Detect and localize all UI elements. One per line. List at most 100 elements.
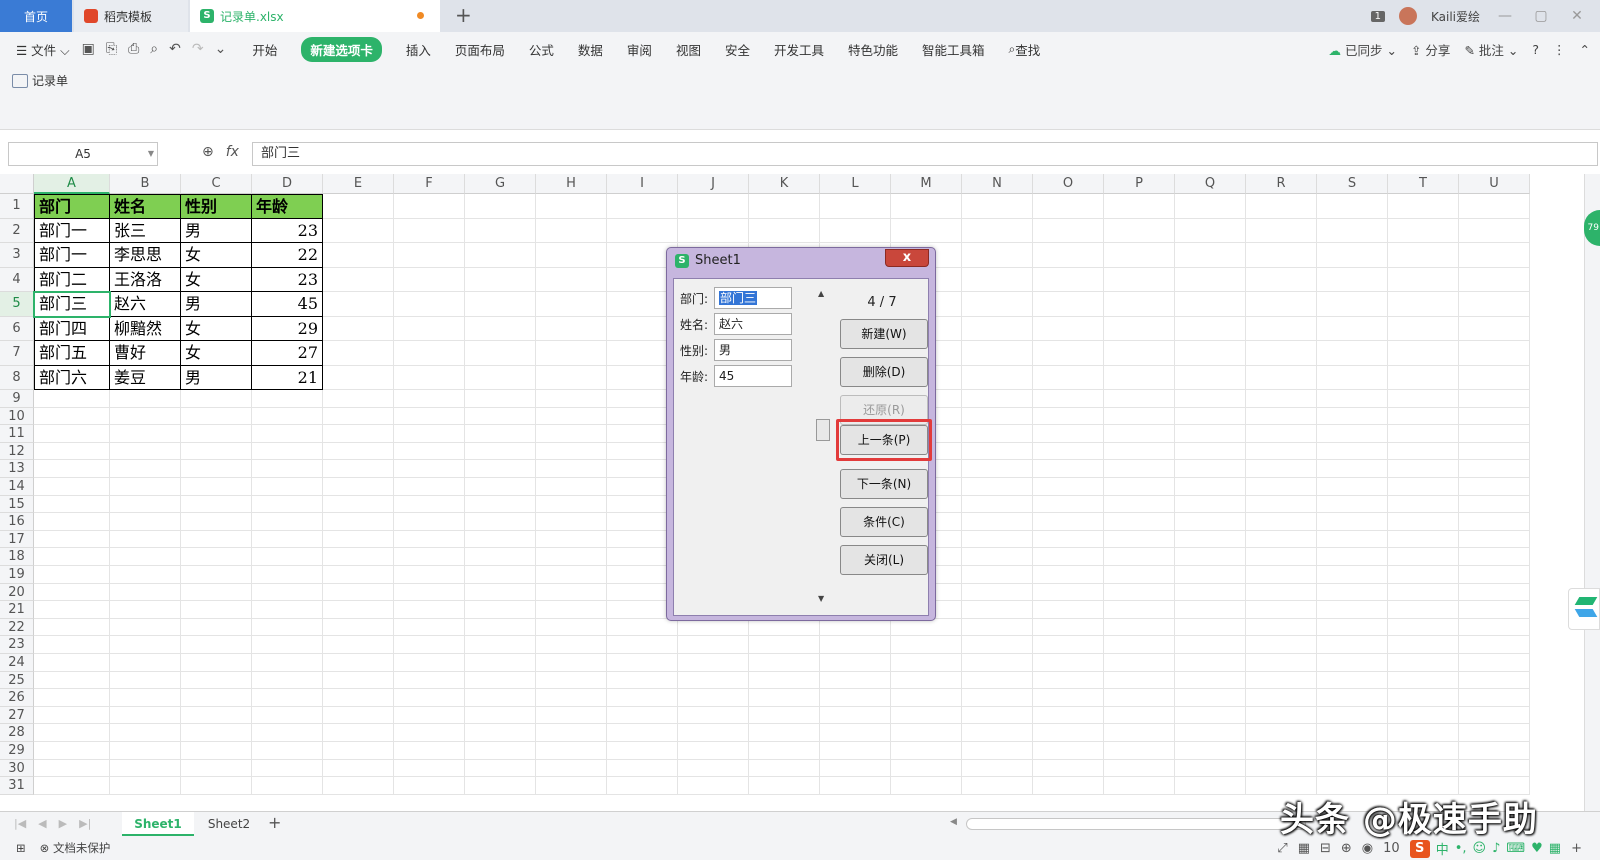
header-cell[interactable]: 部门: [34, 194, 110, 219]
column-header[interactable]: G: [465, 174, 536, 194]
table-cell[interactable]: 赵六: [110, 292, 181, 317]
column-header[interactable]: F: [394, 174, 465, 194]
ime-chinese-icon[interactable]: 中: [1436, 839, 1449, 858]
table-cell[interactable]: 22: [252, 243, 323, 268]
column-header[interactable]: D: [252, 174, 323, 194]
row-header[interactable]: 23: [0, 636, 34, 654]
column-header[interactable]: H: [536, 174, 607, 194]
menu-item[interactable]: 视图: [676, 40, 701, 59]
user-name[interactable]: Kaili爱绘: [1431, 8, 1480, 25]
header-cell[interactable]: 年龄: [252, 194, 323, 219]
new-tab-button[interactable]: +: [455, 3, 472, 27]
table-cell[interactable]: 部门一: [34, 243, 110, 268]
horizontal-scrollbar[interactable]: [966, 818, 1306, 830]
table-cell[interactable]: 男: [181, 218, 252, 243]
row-header[interactable]: 7: [0, 341, 34, 366]
row-header[interactable]: 6: [0, 316, 34, 341]
print-icon[interactable]: ⎙: [128, 41, 139, 57]
fullscreen-icon[interactable]: ⤢: [1277, 841, 1287, 856]
row-header[interactable]: 15: [0, 495, 34, 514]
table-cell[interactable]: 21: [252, 365, 323, 390]
delete-button[interactable]: 删除(D): [840, 357, 928, 387]
menu-item[interactable]: 智能工具箱: [922, 40, 985, 59]
row-header[interactable]: 12: [0, 442, 34, 461]
next-record-button[interactable]: 下一条(N): [840, 469, 928, 499]
new-button[interactable]: 新建(W): [840, 319, 928, 349]
scroll-thumb[interactable]: [816, 419, 830, 441]
eye-icon[interactable]: ◉: [1362, 841, 1373, 856]
avatar[interactable]: [1398, 7, 1417, 25]
table-cell[interactable]: 张三: [110, 218, 181, 243]
row-header[interactable]: 30: [0, 759, 34, 778]
column-header[interactable]: P: [1104, 174, 1175, 194]
row-header[interactable]: 5: [0, 292, 34, 317]
table-cell[interactable]: 部门一: [34, 218, 110, 243]
zoom-level[interactable]: 10: [1383, 841, 1400, 856]
column-header[interactable]: E: [323, 174, 394, 194]
column-header[interactable]: Q: [1175, 174, 1246, 194]
table-cell[interactable]: 女: [181, 341, 252, 366]
menu-item[interactable]: 页面布局: [455, 40, 505, 59]
menu-item[interactable]: 开始: [252, 40, 277, 59]
close-dialog-button[interactable]: 关闭(L): [840, 545, 928, 575]
chevron-down-icon[interactable]: ▼: [148, 143, 154, 165]
column-header[interactable]: I: [607, 174, 678, 194]
row-header[interactable]: 21: [0, 601, 34, 619]
row-header[interactable]: 16: [0, 513, 34, 531]
table-cell[interactable]: 部门二: [34, 267, 110, 292]
collapse-ribbon-icon[interactable]: ⌃: [1580, 42, 1590, 57]
row-header[interactable]: 10: [0, 407, 34, 426]
tab-template[interactable]: 稻壳模板: [74, 0, 188, 32]
row-header[interactable]: 17: [0, 530, 34, 549]
zoom-in-icon[interactable]: +: [1571, 841, 1582, 856]
dialog-scrollbar[interactable]: ▲ ▼: [816, 287, 830, 605]
page-break-icon[interactable]: ⊟: [1320, 841, 1331, 856]
table-cell[interactable]: 姜豆: [110, 365, 181, 390]
format-painter-icon[interactable]: ⎘: [106, 41, 117, 57]
row-header[interactable]: 9: [0, 390, 34, 408]
select-all-corner[interactable]: [0, 174, 34, 194]
row-header[interactable]: 25: [0, 671, 34, 690]
sync-button[interactable]: ☁ 已同步 ⌄: [1329, 40, 1397, 59]
column-header[interactable]: S: [1317, 174, 1388, 194]
skin-icon[interactable]: ♥: [1531, 841, 1543, 856]
help-icon[interactable]: ?: [1532, 42, 1539, 57]
row-header[interactable]: 24: [0, 654, 34, 672]
row-header[interactable]: 1: [0, 194, 34, 219]
row-header[interactable]: 19: [0, 566, 34, 584]
row-header[interactable]: 28: [0, 724, 34, 742]
table-cell[interactable]: 柳黯然: [110, 316, 181, 341]
menu-item[interactable]: 开发工具: [774, 40, 824, 59]
row-header[interactable]: 4: [0, 267, 34, 292]
customize-icon[interactable]: ⌄: [215, 41, 227, 57]
menu-item[interactable]: 数据: [578, 40, 603, 59]
undo-icon[interactable]: ↶: [169, 41, 181, 57]
row-header[interactable]: 31: [0, 777, 34, 795]
menu-item[interactable]: 插入: [406, 40, 431, 59]
emoji-icon[interactable]: ☺: [1473, 841, 1487, 856]
tab-file[interactable]: S 记录单.xlsx: [190, 0, 440, 32]
table-cell[interactable]: 27: [252, 341, 323, 366]
row-header[interactable]: 18: [0, 548, 34, 566]
table-cell[interactable]: 女: [181, 267, 252, 292]
field-name-input[interactable]: 赵六: [714, 313, 792, 335]
side-panel-icon[interactable]: [1568, 588, 1600, 630]
row-header[interactable]: 27: [0, 706, 34, 725]
prev-sheet-icon[interactable]: ◀: [38, 817, 46, 830]
menu-item[interactable]: 安全: [725, 40, 750, 59]
criteria-button[interactable]: 条件(C): [840, 507, 928, 537]
menu-item[interactable]: 公式: [529, 40, 554, 59]
print-preview-icon[interactable]: ⌕: [150, 41, 158, 57]
header-cell[interactable]: 性别: [181, 194, 252, 219]
column-header[interactable]: C: [181, 174, 252, 194]
column-header[interactable]: K: [749, 174, 820, 194]
ime-punct-icon[interactable]: •,: [1455, 841, 1467, 856]
window-count-badge[interactable]: 1: [1370, 10, 1385, 22]
row-header[interactable]: 11: [0, 425, 34, 443]
menu-item[interactable]: 特色功能: [848, 40, 898, 59]
column-header[interactable]: M: [891, 174, 962, 194]
menu-item[interactable]: 新建选项卡: [301, 36, 382, 62]
scroll-up-icon[interactable]: ▲: [818, 289, 824, 298]
table-cell[interactable]: 部门五: [34, 341, 110, 366]
scroll-down-icon[interactable]: ▼: [818, 594, 824, 603]
